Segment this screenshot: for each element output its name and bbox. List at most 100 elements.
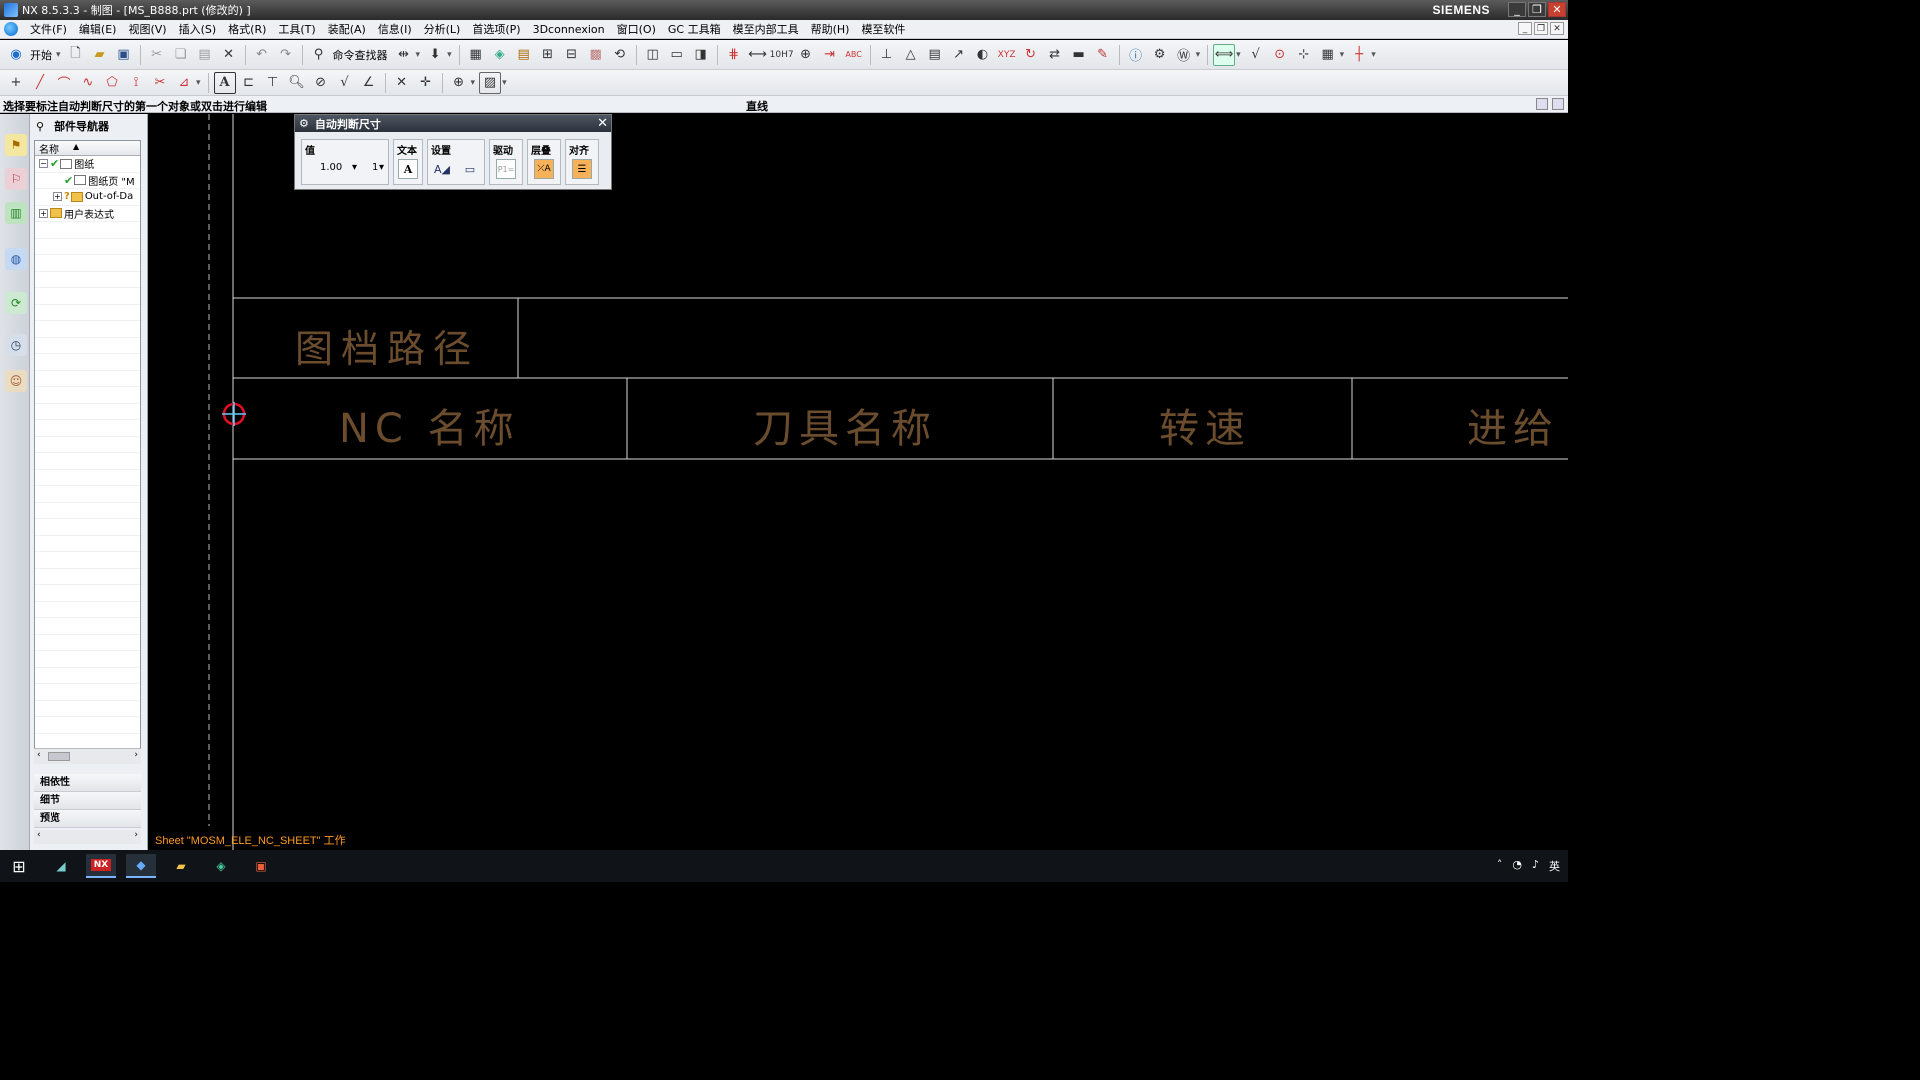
clock-icon[interactable]: ◷ <box>5 334 27 356</box>
chamfer-icon[interactable]: ⊿ <box>173 72 195 94</box>
panel-horizontal-scrollbar[interactable]: ‹ › <box>34 830 141 844</box>
dialog-close-button[interactable]: ✕ <box>597 116 608 131</box>
history-icon[interactable]: ⟳ <box>5 292 27 314</box>
hole-dimension-icon[interactable]: ⊕ <box>795 44 817 66</box>
windows-start-icon[interactable]: ⊞ <box>4 854 34 878</box>
expand-icon[interactable]: + <box>53 192 62 202</box>
undo-icon[interactable]: ↶ <box>251 44 273 66</box>
table-header-speed[interactable]: 转速 <box>1159 396 1251 454</box>
menu-assemblies[interactable]: 装配(A) <box>322 21 372 37</box>
gear-icon[interactable]: ⚙ <box>1149 44 1171 66</box>
tree-node[interactable]: ✔ 图纸页 "M <box>35 173 140 189</box>
powerpoint-icon[interactable]: ▣ <box>246 854 276 878</box>
point-icon[interactable]: + <box>5 72 27 94</box>
datum-feature-icon[interactable]: ⊤ <box>262 72 284 94</box>
menu-gc-toolkit[interactable]: GC 工具箱 <box>662 21 727 37</box>
menu-internal-tools[interactable]: 模至内部工具 <box>727 21 805 37</box>
menu-information[interactable]: 信息(I) <box>372 21 418 37</box>
panel-details[interactable]: 细节 <box>34 792 141 810</box>
projected-view-icon[interactable]: ⊟ <box>561 44 583 66</box>
id-symbol-icon[interactable]: ⊙ <box>1269 44 1291 66</box>
pencil-icon[interactable]: ✎ <box>1092 44 1114 66</box>
network-app-icon[interactable]: ◈ <box>206 854 236 878</box>
menu-mozhi-software[interactable]: 模至软件 <box>855 21 911 37</box>
menu-edit[interactable]: 编辑(E) <box>73 21 123 37</box>
break-view-icon[interactable]: ◨ <box>690 44 712 66</box>
tree-node[interactable]: + 用户表达式 <box>35 206 140 222</box>
abc-note-icon[interactable]: ABC <box>843 44 865 66</box>
binoculars-icon[interactable]: ⚲ <box>308 44 330 66</box>
cue-panel-icon[interactable] <box>1536 98 1548 110</box>
surface-symbol-icon[interactable]: √ <box>334 72 356 94</box>
trim-icon[interactable]: ✂ <box>149 72 171 94</box>
reset-icon[interactable]: ▭ <box>460 159 480 179</box>
roles-icon[interactable]: ☺ <box>5 370 27 392</box>
paste-icon[interactable]: ▤ <box>194 44 216 66</box>
delete-icon[interactable]: ✕ <box>218 44 240 66</box>
nominal-value-select[interactable]: 1.00 <box>320 162 342 173</box>
sphere-icon[interactable]: ◐ <box>972 44 994 66</box>
scroll-left-icon[interactable]: ‹ <box>37 830 41 840</box>
new-icon[interactable]: 🗋 <box>65 44 87 66</box>
table-header-tool-name[interactable]: 刀具名称 <box>753 396 937 454</box>
tree-node[interactable]: +? Out-of-Da <box>35 189 140 206</box>
gear-icon[interactable]: ⚙ <box>299 117 309 130</box>
close-button[interactable]: ✕ <box>1548 2 1566 17</box>
layer-icon[interactable]: ◈ <box>489 44 511 66</box>
view-boundary-icon[interactable]: ◫ <box>642 44 664 66</box>
chevron-down-icon[interactable]: ▾ <box>352 162 357 173</box>
nx-launcher-icon[interactable]: ◆ <box>126 854 156 878</box>
table-note-icon[interactable]: ▤ <box>924 44 946 66</box>
horizontal-dimension-icon[interactable]: ⇥ <box>819 44 841 66</box>
copy-icon[interactable]: ❏ <box>170 44 192 66</box>
scroll-left-icon[interactable]: ‹ <box>37 750 41 760</box>
triangle-icon[interactable]: △ <box>900 44 922 66</box>
crosshatch-icon[interactable]: ▦ <box>1317 44 1339 66</box>
menu-preferences[interactable]: 首选项(P) <box>466 21 526 37</box>
inferred-dimension-icon[interactable]: ⟺ <box>1213 43 1236 66</box>
image-icon[interactable]: ▨ <box>479 71 502 94</box>
tree-node[interactable]: − ✔ 图纸 <box>35 156 140 173</box>
text-editor-icon[interactable]: A <box>398 159 418 179</box>
pin-icon[interactable]: ⚲ <box>36 120 44 133</box>
nx-menu-icon[interactable] <box>4 22 18 36</box>
decimal-places-select[interactable]: 1 <box>372 162 378 173</box>
minimize-button[interactable]: _ <box>1508 2 1526 17</box>
snap-point-icon[interactable]: ⊕ <box>448 72 470 94</box>
arc-icon[interactable]: ⌒ <box>53 72 75 94</box>
web-browser-icon[interactable]: ◍ <box>5 248 27 270</box>
datum-axis-icon[interactable]: ⊥ <box>876 44 898 66</box>
menu-help[interactable]: 帮助(H) <box>805 21 856 37</box>
collapse-icon[interactable]: − <box>39 159 48 169</box>
menu-view[interactable]: 视图(V) <box>122 21 172 37</box>
dialog-title-bar[interactable]: ⚙ 自动判断尺寸 ✕ <box>295 115 611 132</box>
angle-icon[interactable]: ∠ <box>358 72 380 94</box>
table-header-feed[interactable]: 进给 <box>1467 396 1559 454</box>
nx-app-button[interactable]: NX <box>86 854 116 878</box>
text-note-icon[interactable]: A <box>213 71 236 94</box>
table-icon[interactable]: ▤ <box>513 44 535 66</box>
spline-icon[interactable]: ∿ <box>77 72 99 94</box>
xyz-icon[interactable]: XYZ <box>996 44 1018 66</box>
base-view-icon[interactable]: ⊞ <box>537 44 559 66</box>
chevron-up-icon[interactable]: ˄ <box>1497 858 1503 874</box>
open-icon[interactable]: ▰ <box>89 44 111 66</box>
expand-icon[interactable]: + <box>39 208 48 218</box>
stack-icon[interactable]: ⤫A <box>534 159 554 179</box>
table-label-drawing-path[interactable]: 图档路径 <box>295 318 479 373</box>
command-finder-button[interactable]: 命令查找器 <box>333 47 388 63</box>
rotate-icon[interactable]: ↻ <box>1020 44 1042 66</box>
start-icon[interactable]: ◉ <box>5 44 27 66</box>
scroll-thumb[interactable] <box>48 752 70 761</box>
cue-expand-icon[interactable] <box>1552 98 1564 110</box>
part-navigator-icon[interactable]: ▥ <box>5 202 27 224</box>
panel-preview[interactable]: 预览 <box>34 810 141 828</box>
scroll-right-icon[interactable]: › <box>134 750 138 760</box>
cut-icon[interactable]: ✂ <box>146 44 168 66</box>
scroll-right-icon[interactable]: › <box>134 830 138 840</box>
intersection-icon[interactable]: ✕ <box>391 72 413 94</box>
tolerance-fit-icon[interactable]: 10H7 <box>770 44 794 66</box>
constraint-navigator-icon[interactable]: ⚐ <box>5 168 27 190</box>
menu-window[interactable]: 窗口(O) <box>611 21 662 37</box>
drawing-sheet-icon[interactable]: ▦ <box>465 44 487 66</box>
